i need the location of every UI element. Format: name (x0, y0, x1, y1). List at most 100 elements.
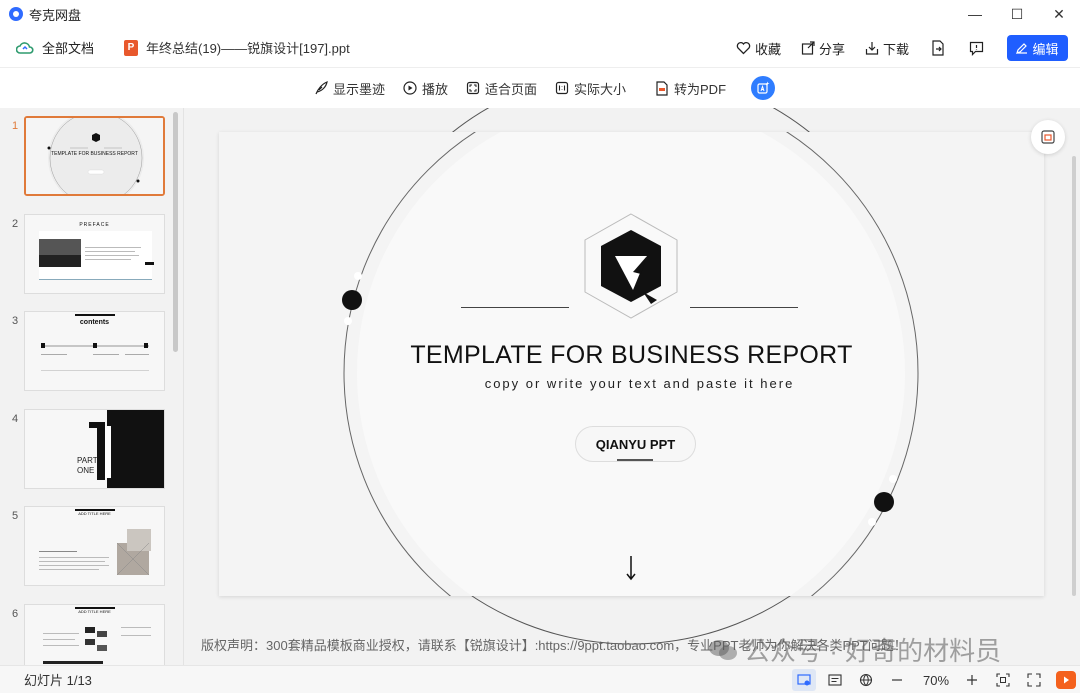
fit-page-icon (466, 81, 480, 95)
play-icon (1064, 676, 1069, 684)
download-label: 下载 (882, 41, 909, 57)
app-name: 夸克网盘 (29, 7, 82, 23)
edit-button[interactable]: 编辑 (1007, 35, 1068, 61)
actual-size-icon (555, 81, 569, 95)
zoom-out-button[interactable] (885, 669, 909, 691)
thumbnail-number: 6 (12, 608, 19, 620)
normal-view-button[interactable] (792, 669, 816, 691)
export-icon[interactable] (929, 39, 947, 57)
thumbnail-title: PART ONE (77, 456, 98, 475)
title-bar: 夸克网盘 — ☐ ✕ (0, 0, 1080, 28)
pill-underline (617, 459, 653, 461)
thumbnail-item[interactable]: 2 PREFACE (0, 214, 176, 296)
play-label: 播放 (421, 81, 448, 97)
show-ink-label: 显示墨迹 (332, 81, 385, 97)
fullscreen-icon (1027, 673, 1041, 687)
convert-pdf-label: 转为PDF (674, 81, 727, 97)
thumbnail-number: 3 (12, 315, 19, 327)
document-header: 全部文档 P 年终总结(19)——锐旗设计[197].ppt 收藏 分享 下载 … (0, 28, 1080, 68)
fullscreen-button[interactable] (1022, 669, 1046, 691)
thumbnail-slide-4[interactable]: PART ONE (24, 409, 165, 489)
heart-icon (736, 41, 751, 55)
thumbnail-number: 5 (12, 510, 19, 522)
play-button[interactable]: 播放 (403, 79, 448, 98)
favorite-label: 收藏 (754, 41, 781, 57)
notes-view-button[interactable] (823, 669, 847, 691)
thumbnail-item[interactable]: 4 PART ONE (0, 409, 176, 491)
slide-brand-pill: QIANYU PPT (575, 426, 696, 462)
slide-title: TEMPLATE FOR BUSINESS REPORT (410, 341, 853, 369)
viewer-toolbar: 显示墨迹 播放 适合页面 实际大小 转为PDF (0, 68, 1080, 108)
title-left-rule (461, 307, 569, 308)
ai-sparkle-icon (757, 81, 770, 94)
thumbnail-scrollbar[interactable] (173, 112, 178, 352)
thumbnail-item[interactable]: 6 ADD TITLE HERE (0, 604, 176, 665)
app-logo-icon (9, 7, 23, 21)
thumbnail-title: contents (79, 319, 110, 326)
all-documents-link[interactable]: 全部文档 (42, 38, 94, 57)
slide-subtitle: copy or write your text and paste it her… (484, 376, 795, 391)
fit-window-button[interactable] (991, 669, 1015, 691)
viewer-main: 1 TEMPLATE FOR BUSINESS REPORT 2 PREFACE… (0, 108, 1080, 668)
ppt-file-icon: P (124, 39, 139, 56)
download-button[interactable]: 下载 (865, 39, 909, 58)
ai-assistant-button[interactable] (751, 76, 776, 100)
show-ink-button[interactable]: 显示墨迹 (314, 79, 385, 98)
actual-size-label: 实际大小 (574, 81, 627, 97)
document-actions: 收藏 分享 下载 编辑 (716, 28, 1068, 68)
fit-page-button[interactable]: 适合页面 (466, 79, 537, 98)
actual-size-button[interactable]: 实际大小 (555, 79, 626, 98)
slideshow-play-button[interactable] (1056, 671, 1076, 689)
thumbnail-slide-3[interactable]: contents (24, 311, 165, 391)
watermark-text: 公众号 · 好奇的材料员 (744, 636, 1002, 666)
share-label: 分享 (818, 41, 845, 57)
maximize-button[interactable]: ☐ (996, 0, 1038, 28)
slide-counter: 幻灯片 1/13 (24, 673, 92, 688)
down-arrow-icon (626, 556, 636, 581)
sidebar-toggle-button[interactable] (1031, 120, 1065, 154)
share-icon (801, 41, 815, 55)
convert-pdf-button[interactable]: 转为PDF (655, 79, 726, 98)
thumbnail-item[interactable]: 3 contents (0, 311, 176, 393)
fit-page-label: 适合页面 (484, 81, 537, 97)
thumbnail-slide-1[interactable]: TEMPLATE FOR BUSINESS REPORT (24, 116, 165, 196)
slide-canvas: TEMPLATE FOR BUSINESS REPORT copy or wri… (219, 132, 1044, 596)
share-button[interactable]: 分享 (801, 39, 845, 58)
thumbnail-slide-5[interactable]: ADD TITLE HERE (24, 506, 165, 586)
thumbnail-title: ADD TITLE HERE (78, 609, 111, 614)
wechat-watermark: 公众号 · 好奇的材料员 (708, 631, 1001, 668)
slide-view-icon (797, 674, 811, 686)
comment-icon[interactable] (967, 39, 985, 57)
zoom-level: 70% (922, 672, 950, 688)
thumbnail-slide-2[interactable]: PREFACE (24, 214, 165, 294)
edit-label: 编辑 (1032, 41, 1059, 57)
zoom-in-button[interactable] (960, 669, 984, 691)
globe-icon (859, 673, 873, 687)
thumbnail-panel: 1 TEMPLATE FOR BUSINESS REPORT 2 PREFACE… (0, 108, 184, 665)
panel-icon (1041, 130, 1055, 144)
title-right-rule (690, 307, 798, 308)
plus-icon (967, 675, 977, 685)
fit-window-icon (996, 673, 1010, 687)
minimize-button[interactable]: — (954, 0, 996, 28)
notes-icon (828, 674, 842, 686)
status-bar: 幻灯片 1/13 70% (0, 665, 1080, 693)
favorite-button[interactable]: 收藏 (736, 39, 781, 58)
cloud-icon (16, 39, 34, 57)
thumbnail-slide-6[interactable]: ADD TITLE HERE (24, 604, 165, 665)
thumbnail-number: 2 (12, 218, 19, 230)
thumbnail-number: 1 (12, 120, 19, 132)
wechat-icon (709, 639, 737, 660)
thumbnail-item[interactable]: 5 ADD TITLE HERE (0, 506, 176, 588)
main-scrollbar[interactable] (1072, 156, 1076, 596)
window-controls: — ☐ ✕ (954, 0, 1080, 28)
web-view-button[interactable] (854, 669, 878, 691)
document-title: 年终总结(19)——锐旗设计[197].ppt (146, 41, 350, 56)
thumbnail-item[interactable]: 1 TEMPLATE FOR BUSINESS REPORT (0, 116, 176, 198)
thumbnail-title: ADD TITLE HERE (78, 511, 111, 516)
thumbnail-title: PREFACE (79, 222, 110, 228)
download-icon (865, 42, 879, 55)
slide-logo-icon (584, 213, 678, 319)
pdf-icon (656, 80, 668, 96)
close-button[interactable]: ✕ (1038, 0, 1080, 28)
